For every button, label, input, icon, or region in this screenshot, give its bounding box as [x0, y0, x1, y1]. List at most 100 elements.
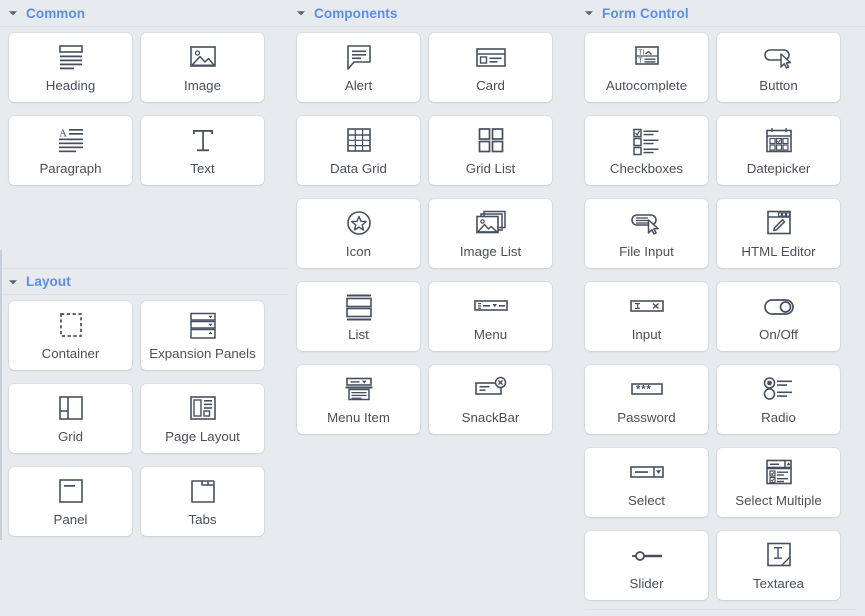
palette-item-checkboxes[interactable]: Checkboxes — [585, 116, 708, 185]
palette-item-label: Icon — [345, 244, 372, 259]
palette-item-button[interactable]: Button — [717, 33, 840, 102]
palette-item-label: Paragraph — [39, 161, 102, 176]
panel-icon — [54, 475, 88, 509]
palette-item-select-multiple[interactable]: Select Multiple — [717, 448, 840, 517]
svg-text:***: *** — [636, 384, 652, 396]
palette-item-html-editor[interactable]: HTML Editor — [717, 199, 840, 268]
palette-item-text[interactable]: Text — [141, 116, 264, 185]
palette-item-label: Autocomplete — [605, 78, 688, 93]
palette-item-tabs[interactable]: Tabs — [141, 467, 264, 536]
grid-list-icon — [474, 124, 508, 158]
section-title-common: Common — [26, 5, 86, 21]
palette-item-image[interactable]: Image — [141, 33, 264, 102]
layout-section-accent-bar — [0, 250, 2, 540]
palette-item-select[interactable]: Select — [585, 448, 708, 517]
svg-text:A: A — [59, 128, 67, 140]
palette-item-autocomplete[interactable]: TI T Autocomplete — [585, 33, 708, 102]
palette-item-container[interactable]: Container — [9, 301, 132, 370]
palette-item-card[interactable]: Card — [429, 33, 552, 102]
palette-item-list[interactable]: List — [297, 282, 420, 351]
autocomplete-icon: TI T — [630, 41, 664, 75]
palette-item-slider[interactable]: Slider — [585, 531, 708, 600]
column-left: Common Heading Image A Paragraph Text La… — [0, 0, 288, 616]
image-list-icon — [472, 207, 510, 241]
page-layout-icon — [186, 392, 220, 426]
palette-item-label: Menu Item — [327, 410, 390, 425]
text-icon — [186, 124, 220, 158]
caret-down-icon[interactable] — [6, 275, 20, 289]
section-header-common[interactable]: Common — [0, 0, 288, 27]
palette-item-label: Menu — [473, 327, 508, 342]
section-grid-components: Alert Card Data Grid Grid List Icon Imag… — [288, 27, 576, 448]
file-input-icon — [628, 207, 666, 241]
form-control-bottom-divider — [585, 609, 856, 610]
palette-item-label: Select — [628, 493, 665, 508]
section-grid-common: Heading Image A Paragraph Text — [0, 27, 288, 199]
palette-item-heading[interactable]: Heading — [9, 33, 132, 102]
palette-item-label: Slider — [629, 576, 664, 591]
html-editor-icon — [762, 207, 796, 241]
palette-item-grid-list[interactable]: Grid List — [429, 116, 552, 185]
palette-item-file-input[interactable]: File Input — [585, 199, 708, 268]
menu-item-icon — [341, 373, 377, 407]
palette-item-label: Panel — [53, 512, 88, 527]
palette-item-password[interactable]: *** Password — [585, 365, 708, 434]
palette-item-label: Text — [190, 161, 215, 176]
palette-item-label: Expansion Panels — [149, 346, 256, 361]
paragraph-icon: A — [54, 124, 88, 158]
section-title-form-control: Form Control — [602, 5, 689, 21]
palette-item-on-off[interactable]: On/Off — [717, 282, 840, 351]
slider-icon — [626, 539, 668, 573]
section-header-components[interactable]: Components — [288, 0, 576, 27]
palette-item-paragraph[interactable]: A Paragraph — [9, 116, 132, 185]
palette-item-icon[interactable]: Icon — [297, 199, 420, 268]
palette-item-label: HTML Editor — [741, 244, 816, 259]
column-right: Form Control TI T Autocomplete Button Ch… — [576, 0, 865, 616]
palette-item-label: Grid — [57, 429, 84, 444]
palette-item-datepicker[interactable]: Datepicker — [717, 116, 840, 185]
image-icon — [186, 41, 220, 75]
palette-item-menu[interactable]: Menu — [429, 282, 552, 351]
caret-down-icon[interactable] — [582, 6, 596, 20]
palette-item-alert[interactable]: Alert — [297, 33, 420, 102]
palette-item-label: File Input — [619, 244, 674, 259]
section-header-form-control[interactable]: Form Control — [576, 0, 865, 27]
palette-item-panel[interactable]: Panel — [9, 467, 132, 536]
caret-down-icon[interactable] — [294, 6, 308, 20]
palette-item-menu-item[interactable]: Menu Item — [297, 365, 420, 434]
caret-down-icon[interactable] — [6, 6, 20, 20]
svg-text:T: T — [638, 56, 643, 65]
container-icon — [54, 309, 88, 343]
palette-item-label: Grid List — [465, 161, 516, 176]
section-header-layout[interactable]: Layout — [0, 268, 288, 295]
palette-item-label: Heading — [45, 78, 96, 93]
palette-item-expansion-panels[interactable]: Expansion Panels — [141, 301, 264, 370]
palette-item-data-grid[interactable]: Data Grid — [297, 116, 420, 185]
palette-item-image-list[interactable]: Image List — [429, 199, 552, 268]
palette-item-label: On/Off — [759, 327, 798, 342]
star-badge-icon — [342, 207, 376, 241]
palette-item-label: Page Layout — [165, 429, 240, 444]
palette-item-label: Select Multiple — [735, 493, 822, 508]
heading-icon — [54, 41, 88, 75]
checkboxes-icon — [629, 124, 665, 158]
password-icon: *** — [626, 373, 668, 407]
palette-item-label: Password — [617, 410, 676, 425]
palette-item-grid[interactable]: Grid — [9, 384, 132, 453]
palette-item-input[interactable]: Input — [585, 282, 708, 351]
select-multiple-icon — [761, 456, 797, 490]
palette-item-textarea[interactable]: Textarea — [717, 531, 840, 600]
section-grid-form-control: TI T Autocomplete Button Checkboxes Date… — [576, 27, 865, 614]
tabs-icon — [186, 475, 220, 509]
palette-item-label: Image — [184, 78, 221, 93]
input-icon — [626, 290, 668, 324]
textarea-icon — [762, 539, 796, 573]
palette-item-snackbar[interactable]: SnackBar — [429, 365, 552, 434]
palette-item-label: Checkboxes — [609, 161, 684, 176]
section-grid-layout: Container Expansion Panels Grid Page Lay… — [0, 295, 288, 550]
list-icon — [342, 290, 376, 324]
palette-item-page-layout[interactable]: Page Layout — [141, 384, 264, 453]
palette-item-label: Image List — [459, 244, 522, 259]
palette-item-radio[interactable]: Radio — [717, 365, 840, 434]
select-icon — [626, 456, 668, 490]
